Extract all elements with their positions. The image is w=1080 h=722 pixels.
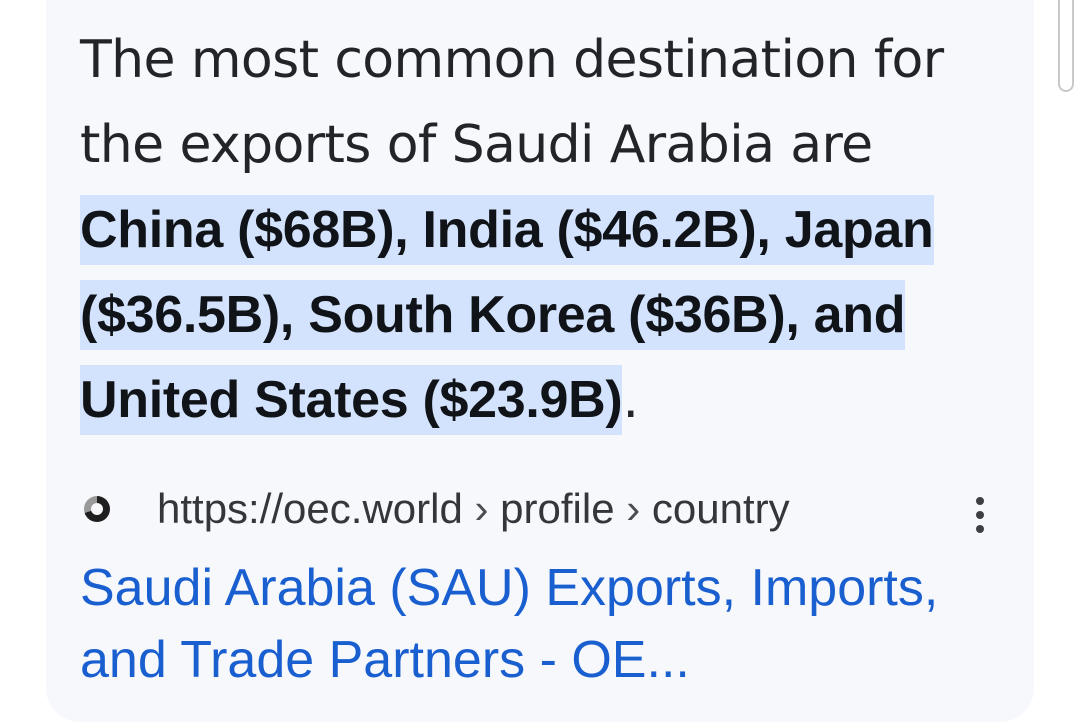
oec-logo-icon bbox=[84, 496, 110, 522]
featured-snippet-text: The most common destination for the expo… bbox=[80, 18, 1010, 443]
source-path-profile: profile bbox=[500, 485, 615, 532]
result-title-link[interactable]: Saudi Arabia (SAU) Exports, Imports, and… bbox=[80, 552, 1000, 696]
scrollbar[interactable] bbox=[1058, 0, 1074, 92]
source-domain: https://oec.world bbox=[157, 485, 463, 532]
breadcrumb-separator: › bbox=[626, 485, 641, 532]
more-vert-icon[interactable] bbox=[965, 495, 995, 535]
source-path-country: country bbox=[651, 485, 790, 532]
source-row[interactable]: https://oec.world › profile › country bbox=[80, 482, 1000, 536]
snippet-intro: The most common destination for the expo… bbox=[80, 30, 944, 175]
snippet-highlight: China ($68B), India ($46.2B), Japan ($36… bbox=[80, 195, 934, 435]
breadcrumb-separator: › bbox=[474, 485, 489, 532]
source-url[interactable]: https://oec.world › profile › country bbox=[157, 482, 790, 536]
snippet-end: . bbox=[622, 370, 639, 430]
